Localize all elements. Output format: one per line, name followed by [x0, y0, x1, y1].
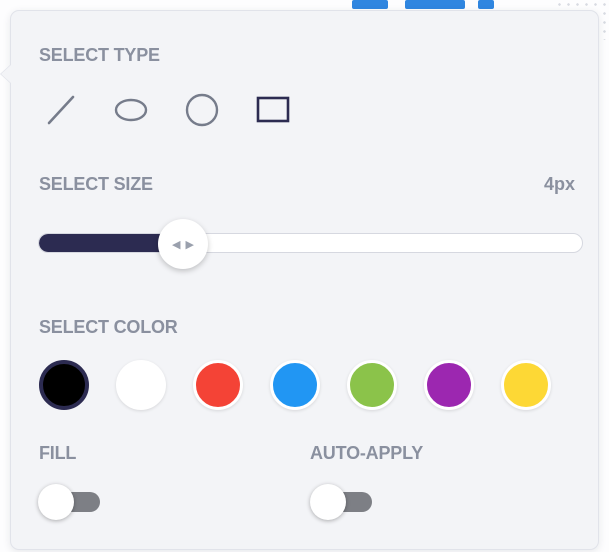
ellipse-icon	[114, 98, 148, 122]
fill-label: FILL	[39, 443, 77, 463]
select-type-label: SELECT TYPE	[39, 45, 160, 65]
background-content	[478, 0, 494, 9]
fill-toggle[interactable]	[38, 484, 104, 520]
shape-rectangle-button[interactable]	[251, 88, 295, 132]
annotation-settings-popover	[1, 10, 599, 550]
rectangle-icon	[256, 96, 290, 123]
auto-apply-toggle-knob	[310, 484, 346, 520]
size-slider-track[interactable]	[38, 233, 583, 253]
color-swatch-black[interactable]	[39, 360, 89, 410]
color-swatch-white[interactable]	[116, 360, 166, 410]
color-swatch-purple[interactable]	[424, 360, 474, 410]
line-icon	[47, 95, 75, 125]
color-swatch-green[interactable]	[347, 360, 397, 410]
color-swatch-blue[interactable]	[270, 360, 320, 410]
auto-apply-label: AUTO-APPLY	[310, 443, 424, 463]
select-size-label: SELECT SIZE	[39, 174, 153, 194]
drag-arrows-icon: ◀▶	[172, 238, 199, 251]
size-value: 4px	[543, 174, 575, 194]
circle-icon	[185, 93, 219, 127]
background-content	[405, 0, 465, 9]
auto-apply-toggle[interactable]	[310, 484, 376, 520]
select-color-label: SELECT COLOR	[39, 317, 178, 337]
fill-toggle-knob	[38, 484, 74, 520]
shape-circle-button[interactable]	[180, 88, 224, 132]
popover-caret	[1, 65, 11, 83]
size-slider-thumb[interactable]: ◀▶	[158, 219, 208, 269]
color-swatch-yellow[interactable]	[501, 360, 551, 410]
shape-line-button[interactable]	[38, 88, 82, 132]
color-swatch-red[interactable]	[193, 360, 243, 410]
background-content	[352, 0, 388, 9]
shape-ellipse-button[interactable]	[109, 88, 153, 132]
